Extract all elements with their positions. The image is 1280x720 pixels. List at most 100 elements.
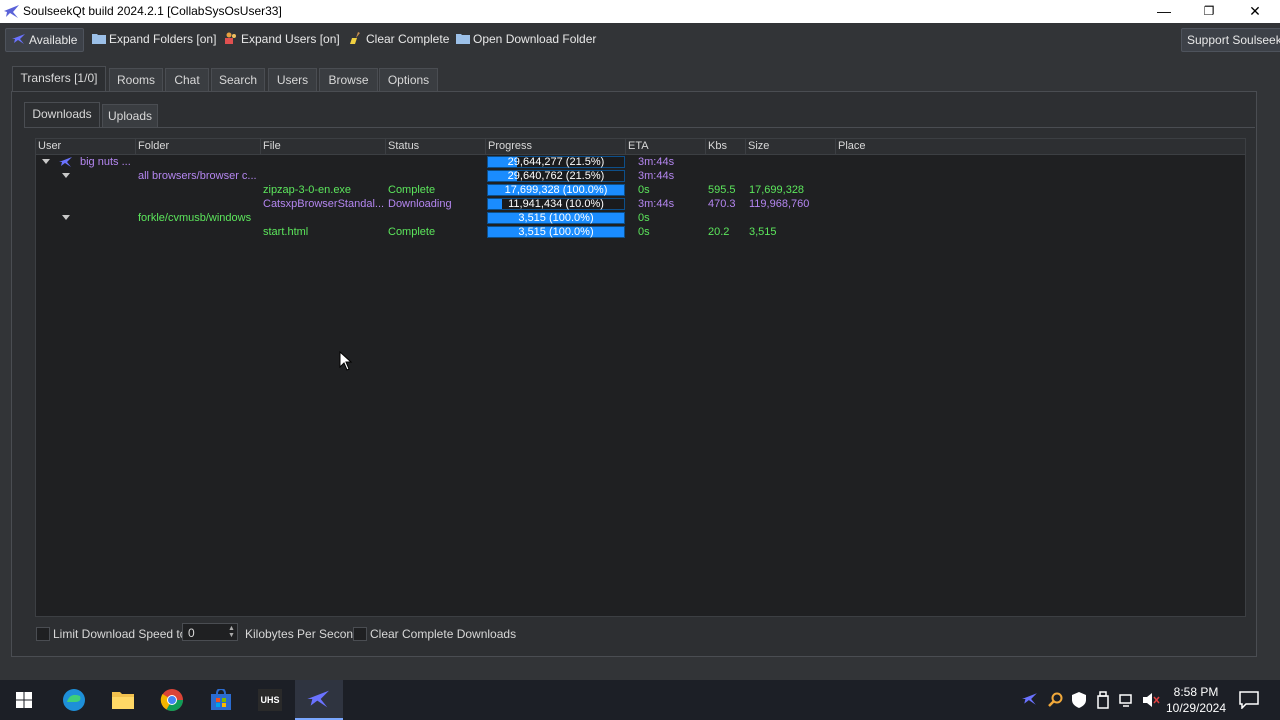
folder-icon — [92, 34, 106, 44]
speed-unit-label: Kilobytes Per Second — [245, 627, 360, 641]
taskbar-store[interactable] — [197, 680, 245, 720]
tab-downloads[interactable]: Downloads — [24, 102, 100, 127]
usb-drive-icon[interactable] — [1097, 691, 1109, 709]
progress-bar: 29,644,277 (21.5%) — [487, 156, 625, 168]
table-row[interactable]: CatsxpBrowserStandal... Downloading 11,9… — [36, 197, 1245, 211]
title-bar: SoulseekQt build 2024.2.1 [CollabSysOsUs… — [0, 0, 1280, 23]
progress-bar: 11,941,434 (10.0%) — [487, 198, 625, 210]
limit-speed-checkbox[interactable] — [36, 627, 50, 641]
notifications-icon[interactable] — [1239, 691, 1259, 709]
table-row[interactable]: zipzap-3-0-en.exe Complete 17,699,328 (1… — [36, 183, 1245, 197]
download-options: Limit Download Speed to 0 ▲ ▼ Kilobytes P… — [24, 622, 724, 646]
store-icon — [211, 689, 231, 710]
taskbar-clock[interactable]: 8:58 PM 10/29/2024 — [1160, 684, 1232, 716]
table-row[interactable]: start.html Complete 3,515 (100.0%) 0s 20… — [36, 225, 1245, 239]
expand-folders-button[interactable]: Expand Folders [on] — [92, 28, 216, 50]
expand-arrow-icon[interactable] — [62, 215, 70, 220]
table-row[interactable]: all browsers/browser c... 29,640,762 (21… — [36, 169, 1245, 183]
edge-icon — [63, 689, 85, 711]
expand-arrow-icon[interactable] — [62, 173, 70, 178]
status-label: Available — [29, 33, 78, 47]
row-status: Complete — [388, 226, 436, 238]
expand-users-button[interactable]: Expand Users [on] — [224, 28, 340, 50]
soulseek-user-icon — [59, 157, 72, 167]
windows-taskbar: UHS 8:58 PM 10/29/2024 — [0, 680, 1280, 720]
downloads-tree[interactable]: User Folder File Status Progress ETA Kbs… — [35, 138, 1246, 617]
open-download-folder-label: Open Download Folder — [473, 32, 597, 46]
taskbar-file-explorer[interactable] — [99, 680, 147, 720]
uhs-icon: UHS — [258, 689, 282, 711]
tab-uploads[interactable]: Uploads — [102, 104, 158, 127]
status-button[interactable]: Available — [5, 28, 85, 52]
limit-speed-label: Limit Download Speed to — [53, 627, 187, 641]
broom-icon — [350, 32, 360, 44]
minimize-button[interactable]: — — [1141, 0, 1187, 23]
row-file: start.html — [263, 226, 309, 238]
soulseek-bird-icon — [12, 34, 25, 44]
row-kbs: 470.3 — [708, 198, 736, 210]
row-eta: 3m:44s — [638, 156, 675, 168]
column-file[interactable]: File — [261, 139, 386, 154]
spinner-arrows-icon[interactable]: ▲ ▼ — [228, 625, 237, 639]
tab-options[interactable]: Options — [379, 68, 438, 91]
row-folder: all browsers/browser c... — [138, 170, 257, 182]
row-eta: 0s — [638, 184, 650, 196]
column-status[interactable]: Status — [386, 139, 486, 154]
shield-icon[interactable] — [1072, 692, 1086, 708]
chrome-icon — [160, 689, 183, 711]
clock-date: 10/29/2024 — [1165, 701, 1227, 715]
clear-complete-button[interactable]: Clear Complete — [349, 28, 449, 50]
mouse-cursor-icon — [339, 351, 353, 371]
soulseek-bird-icon — [4, 5, 19, 18]
taskbar-chrome[interactable] — [148, 680, 196, 720]
row-file: zipzap-3-0-en.exe — [263, 184, 352, 196]
search-tray-icon[interactable] — [1047, 692, 1063, 708]
soulseek-tray-icon[interactable] — [1022, 692, 1038, 706]
taskbar-edge[interactable] — [50, 680, 98, 720]
folder-icon — [112, 692, 134, 709]
column-kbs[interactable]: Kbs — [706, 139, 746, 154]
taskbar-uhs[interactable]: UHS — [246, 680, 294, 720]
soulseek-bird-icon — [307, 690, 329, 708]
window-title: SoulseekQt build 2024.2.1 [CollabSysOsUs… — [23, 4, 282, 18]
taskbar-soulseek[interactable] — [295, 680, 343, 720]
table-row[interactable]: big nuts ... 29,644,277 (21.5%) 3m:44s — [36, 155, 1245, 169]
close-button[interactable]: ✕ — [1232, 0, 1278, 23]
expand-folders-label: Expand Folders [on] — [109, 32, 217, 46]
tab-transfers[interactable]: Transfers [1/0] — [12, 66, 106, 91]
start-button[interactable] — [0, 680, 48, 720]
row-size: 119,968,760 — [749, 198, 810, 210]
tab-search[interactable]: Search — [211, 68, 265, 91]
tab-chat[interactable]: Chat — [165, 68, 209, 91]
tab-browse[interactable]: Browse — [319, 68, 378, 91]
row-status: Downloading — [388, 198, 452, 210]
restore-button[interactable]: ❐ — [1186, 0, 1232, 23]
open-download-folder-button[interactable]: Open Download Folder — [456, 28, 596, 50]
column-user[interactable]: User — [36, 139, 136, 154]
tab-rooms[interactable]: Rooms — [109, 68, 163, 91]
support-soulseek-button[interactable]: Support Soulseek! — [1181, 28, 1280, 52]
tab-users[interactable]: Users — [268, 68, 317, 91]
progress-bar: 3,515 (100.0%) — [487, 212, 625, 224]
column-place[interactable]: Place — [836, 139, 1245, 154]
row-kbs: 20.2 — [708, 226, 730, 238]
progress-text: 17,699,328 (100.0%) — [504, 184, 608, 196]
table-row[interactable]: forkle/cvmusb/windows 3,515 (100.0%) 0s — [36, 211, 1245, 225]
column-progress[interactable]: Progress — [486, 139, 626, 154]
toolbar: Available Expand Folders [on] Expand Use… — [0, 23, 1280, 55]
row-eta: 3m:44s — [638, 198, 675, 210]
clear-complete-downloads-checkbox[interactable] — [353, 627, 367, 641]
windows-logo-icon — [16, 692, 32, 708]
row-size: 17,699,328 — [749, 184, 805, 196]
column-folder[interactable]: Folder — [136, 139, 261, 154]
network-icon[interactable] — [1119, 692, 1135, 708]
expand-arrow-icon[interactable] — [42, 159, 50, 164]
folder-icon — [456, 34, 470, 44]
column-size[interactable]: Size — [746, 139, 836, 154]
clock-time: 8:58 PM — [1173, 685, 1219, 699]
column-eta[interactable]: ETA — [626, 139, 706, 154]
row-eta: 0s — [638, 226, 650, 238]
volume-muted-icon[interactable] — [1142, 692, 1160, 708]
progress-text: 3,515 (100.0%) — [518, 226, 594, 238]
clear-complete-downloads-label: Clear Complete Downloads — [370, 627, 517, 641]
